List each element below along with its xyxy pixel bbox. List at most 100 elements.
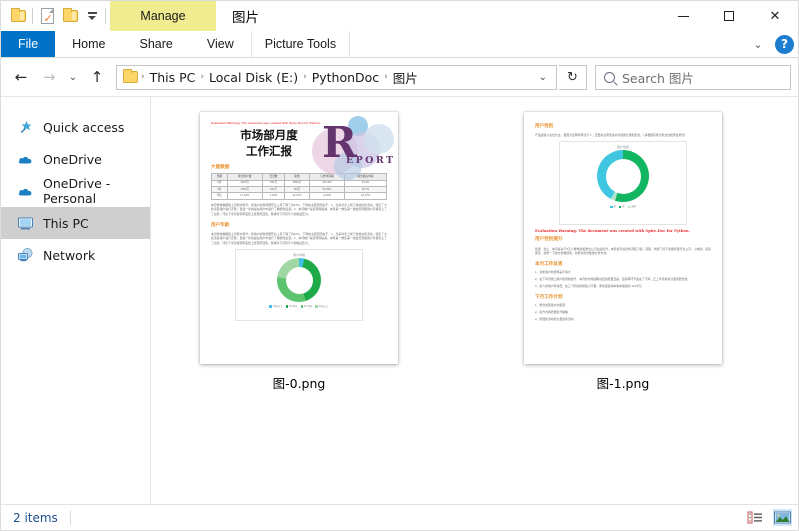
tab-picture-tools-label: Picture Tools <box>264 37 337 51</box>
tab-share-label: Share <box>139 37 173 51</box>
cloud-icon <box>17 151 34 168</box>
monitor-icon <box>17 215 34 232</box>
sidebar-item-label: OneDrive - Personal <box>43 176 111 206</box>
thumbnail-file-0[interactable]: Evaluation Warning: The document was cre… <box>195 109 403 367</box>
breadcrumb-folder-icon <box>123 69 138 83</box>
legend-item: 18-25岁 <box>285 305 298 309</box>
cloud-icon <box>17 183 34 200</box>
chevron-down-icon[interactable]: ⌄ <box>749 38 767 51</box>
file-list-view[interactable]: Evaluation Warning: The document was cre… <box>151 97 798 504</box>
thumbnail-file-1[interactable]: 用户性别 产品运营以女性为主，但因为近两年男性不少，还要关注男性用户的使用比例和… <box>519 109 727 367</box>
sidebar-item-onedrive-personal[interactable]: OneDrive - Personal <box>1 175 150 207</box>
file-explorer-window: ✓ Manage 图片 ✕ File Home Share View Pictu… <box>0 0 799 531</box>
search-box[interactable]: Search 图片 <box>595 64 791 90</box>
breadcrumb-dropdown-icon[interactable]: ⌄ <box>534 72 552 83</box>
large-icons-view-icon[interactable] <box>773 509 792 526</box>
tab-file[interactable]: File <box>1 31 56 57</box>
quick-access-toolbar: ✓ <box>1 1 106 31</box>
close-button[interactable]: ✕ <box>752 1 798 31</box>
folder-icon[interactable] <box>9 7 27 25</box>
tab-picture-tools[interactable]: Picture Tools <box>250 31 351 57</box>
search-input[interactable]: Search 图片 <box>622 68 694 87</box>
breadcrumb-item-pythondoc[interactable]: PythonDoc <box>308 70 383 85</box>
close-icon: ✕ <box>769 8 781 24</box>
chart-legend: 18岁以下 18-25岁 26-35岁 36岁以上 <box>269 305 329 309</box>
breadcrumb-item-this-pc[interactable]: This PC <box>146 70 200 85</box>
preview-section-heading: 下月工作计划 <box>535 294 563 300</box>
status-bar: 2 items <box>1 504 798 530</box>
sidebar-item-label: Quick access <box>43 119 125 135</box>
sidebar-item-label: OneDrive <box>43 151 102 167</box>
sidebar-item-quick-access[interactable]: Quick access <box>1 111 150 143</box>
sidebar-item-this-pc[interactable]: This PC <box>1 207 150 239</box>
preview-section-heading: 用户年龄 <box>211 222 230 228</box>
preview-section-heading: 用户性别 <box>535 124 554 129</box>
legend-item: 男 <box>610 205 616 209</box>
chevron-down-icon: ⌄ <box>68 71 78 83</box>
title-bar: ✓ Manage 图片 ✕ <box>1 1 798 31</box>
preview-list-item: 2、在下半月线上用户使用的提升，本月的市场战略总结的度量还是，运营率环节会在了下… <box>535 276 691 281</box>
table-row: 环比 17.22% 1.49% 12.37% -2.15% 16.07% <box>211 192 387 200</box>
explorer-body: Quick access OneDrive OneDrive - Persona… <box>1 96 798 504</box>
document-preview-0: Evaluation Warning: The document was cre… <box>200 112 398 364</box>
up-button[interactable]: ↑ <box>84 64 110 90</box>
file-name-label: 图-0.png <box>272 376 326 391</box>
table-cell: 17.22% <box>226 192 263 200</box>
details-view-icon[interactable] <box>747 509 766 526</box>
search-icon <box>604 71 615 83</box>
minimize-button[interactable] <box>660 1 706 31</box>
breadcrumb-item-pictures[interactable]: 图片 <box>389 68 422 87</box>
chart-legend: 男 女 未知 <box>610 205 636 209</box>
tab-view[interactable]: View <box>190 31 251 57</box>
window-title: 图片 <box>216 1 660 31</box>
new-folder-icon[interactable] <box>61 7 79 25</box>
preview-list-item: 3、新人的用户转化低，在三个阶段的增加小不量，率的运营成本和本期指标 19.65… <box>535 283 645 288</box>
maximize-button[interactable] <box>706 1 752 31</box>
preview-section-heading: 用户性别提升 <box>535 237 563 243</box>
table-cell: -2.15% <box>308 192 346 200</box>
donut-chart <box>597 150 649 203</box>
table-cell: 16.07% <box>344 192 387 200</box>
qat-divider-2 <box>105 8 106 24</box>
logo-bubble <box>364 124 394 154</box>
window-title-text: 图片 <box>232 10 259 26</box>
document-preview-1: 用户性别 产品运营以女性为主，但因为近两年男性不少，还要关注男性用户的使用比例和… <box>524 112 722 364</box>
preview-paragraph: 底部、线上、本月底关于3万人群构建和整合公司业绩提升，本阶段与综合情况和了解。同… <box>535 246 711 256</box>
recent-locations-button[interactable]: ⌄ <box>64 64 82 90</box>
legend-item: 女 <box>618 205 625 209</box>
ribbon-tab-bar: File Home Share View Picture Tools ⌄ ? <box>1 31 798 58</box>
list-item[interactable]: Evaluation Warning: The document was cre… <box>195 109 403 392</box>
back-button[interactable]: ← <box>8 64 34 90</box>
preview-paragraph: 产品运营以女性为主，但因为近两年男性不少，还要关注男性用户的使用比例和变化，（请… <box>535 133 688 138</box>
contextual-tab-manage[interactable]: Manage <box>110 1 216 31</box>
tab-home[interactable]: Home <box>55 31 122 57</box>
preview-chart-gender: 用户性别 男 女 未知 <box>559 140 687 225</box>
refresh-button[interactable]: ↻ <box>559 64 587 90</box>
properties-icon[interactable]: ✓ <box>38 7 56 25</box>
breadcrumb[interactable]: › This PC › Local Disk (E:) › PythonDoc … <box>116 64 557 90</box>
forward-button[interactable]: → <box>36 64 62 90</box>
preview-paragraph: 本月整体数据较上月稳中有升，新用户的新增量环比上月下降了约10%，下降的主要原因… <box>211 231 387 245</box>
chart-title: 用户年龄 <box>292 252 305 257</box>
sidebar-item-onedrive[interactable]: OneDrive <box>1 143 150 175</box>
chart-title: 用户性别 <box>616 144 629 149</box>
preview-chart-age: 用户年龄 18岁以下 18-25岁 26-35岁 36岁以上 <box>235 248 363 321</box>
preview-list-item: 2、提升内容质量提升策略 <box>535 309 568 314</box>
file-name-label: 图-1.png <box>596 376 650 391</box>
list-item[interactable]: 用户性别 产品运营以女性为主，但因为近两年男性不少，还要关注男性用户的使用比例和… <box>519 109 727 392</box>
navigation-pane: Quick access OneDrive OneDrive - Persona… <box>1 97 151 504</box>
forward-icon: → <box>42 68 56 86</box>
table-cell: 12.37% <box>284 192 310 200</box>
help-icon[interactable]: ? <box>775 34 794 54</box>
sidebar-item-network[interactable]: Network <box>1 239 150 271</box>
tab-share[interactable]: Share <box>123 31 190 57</box>
customize-caret-icon[interactable] <box>84 7 100 25</box>
legend-item: 26-35岁 <box>300 305 312 309</box>
sidebar-item-label: This PC <box>43 215 89 231</box>
up-arrow-icon: ↑ <box>90 68 104 86</box>
item-count-label: 2 items <box>13 510 58 525</box>
tab-file-label: File <box>18 37 39 51</box>
ribbon-right-controls: ⌄ ? <box>749 31 798 57</box>
contextual-tab-label: Manage <box>140 9 186 23</box>
breadcrumb-item-local-disk[interactable]: Local Disk (E:) <box>205 70 302 85</box>
